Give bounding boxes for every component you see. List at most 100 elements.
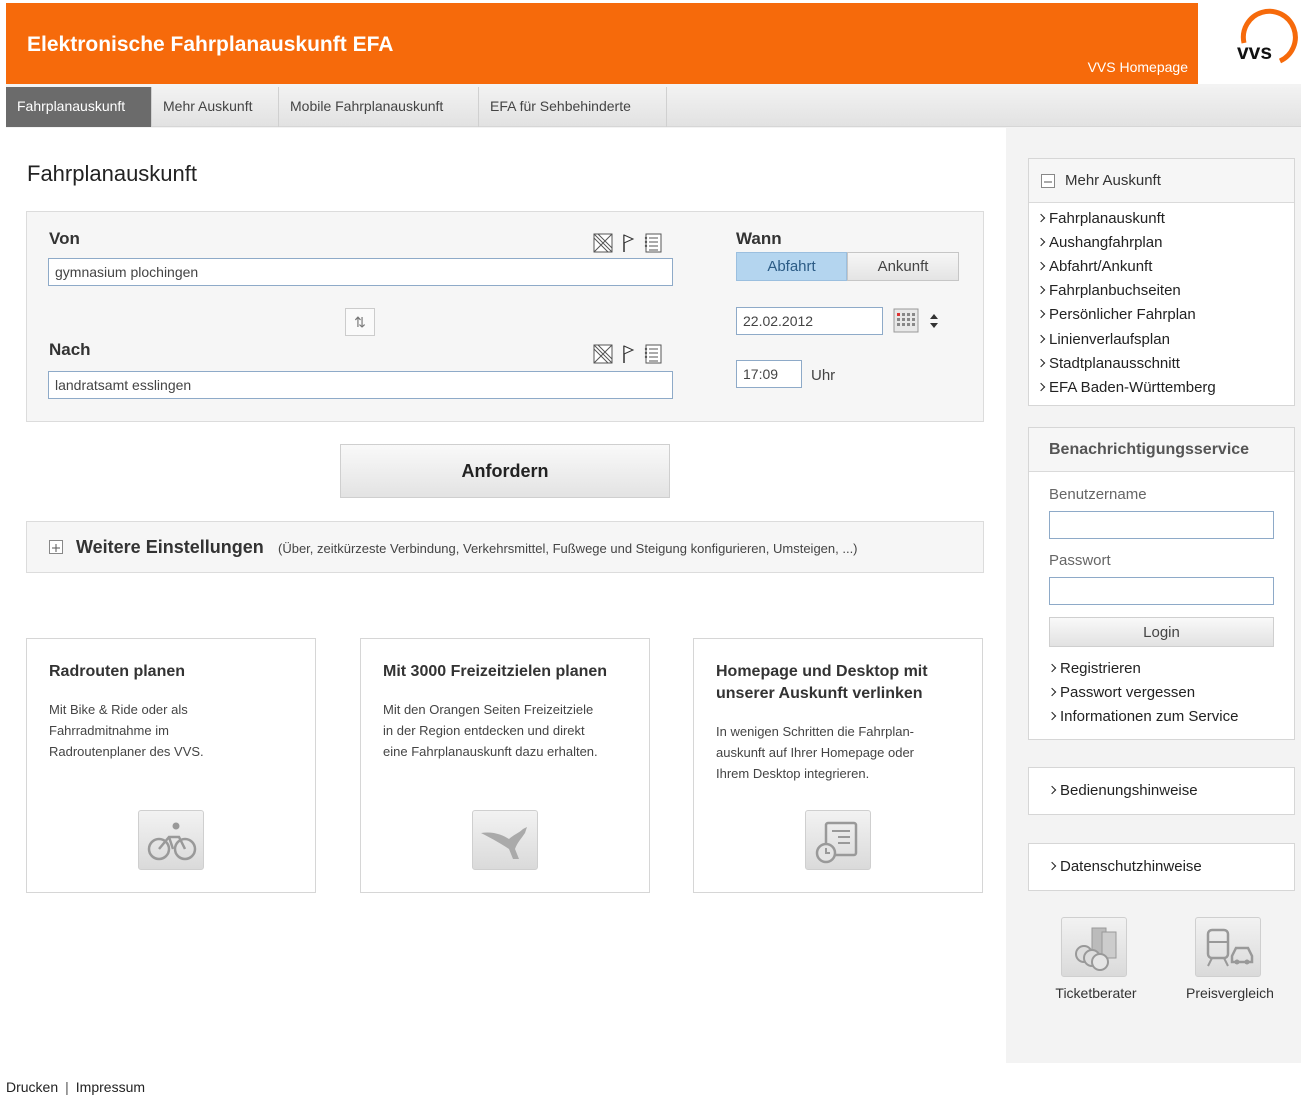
page-title: Fahrplanauskunft [27,161,197,186]
password-input[interactable] [1049,577,1274,605]
card-text-line: Mit Bike & Ride oder als [49,702,188,717]
plus-icon[interactable] [49,540,63,554]
card-text-line: Radroutenplaner des VVS. [49,744,204,759]
chevron-right-icon [1036,358,1046,368]
chevron-right-icon [1047,785,1057,795]
card-homepage-desktop: Homepage und Desktop mit unserer Auskunf… [693,638,983,893]
datenschutzhinweise-link[interactable]: Datenschutzhinweise [1047,858,1202,875]
sidebar-link-persoenlicher-fahrplan[interactable]: Persönlicher Fahrplan [1036,306,1196,323]
ticketberater-button[interactable] [1061,917,1127,977]
chevron-right-icon [1047,663,1057,673]
card-text-line: Mit den Orangen Seiten Freizeitziele [383,702,594,717]
login-button[interactable]: Login [1049,617,1274,647]
preisvergleich-label[interactable]: Preisvergleich [1170,985,1290,1001]
sidebar-link-aushangfahrplan[interactable]: Aushangfahrplan [1036,234,1162,251]
card-icon-button[interactable] [472,810,538,870]
chevron-right-icon [1036,382,1046,392]
chevron-right-icon [1036,213,1046,223]
sidebar-link-linienverlaufsplan[interactable]: Linienverlaufsplan [1036,331,1170,348]
preisvergleich-button[interactable] [1195,917,1261,977]
username-label: Benutzername [1049,486,1147,503]
sidebar-link-fahrplanbuchseiten[interactable]: Fahrplanbuchseiten [1036,282,1181,299]
sidebar-link-abfahrt-ankunft[interactable]: Abfahrt/Ankunft [1036,258,1152,275]
drucken-link[interactable]: Drucken [6,1079,58,1095]
flag-icon[interactable] [620,233,636,253]
bedienungshinweise-link[interactable]: Bedienungshinweise [1047,782,1198,799]
map-icon[interactable] [593,344,613,364]
swap-stations-button[interactable]: ⇅ [345,308,375,336]
sidebar-link-informationen-service[interactable]: Informationen zum Service [1047,708,1238,725]
chevron-right-icon [1036,285,1046,295]
flag-icon[interactable] [620,344,636,364]
mehr-auskunft-header[interactable]: Mehr Auskunft [1029,159,1294,203]
benachrichtigungsservice-title: Benachrichtigungsservice [1049,441,1250,458]
map-icon[interactable] [593,233,613,253]
datenschutzhinweise-panel[interactable]: Datenschutzhinweise [1028,843,1295,891]
anfordern-button[interactable]: Anfordern [340,444,670,498]
password-label: Passwort [1049,552,1111,569]
sidebar-link-registrieren[interactable]: Registrieren [1047,660,1141,677]
von-icons [593,233,663,253]
footer-separator: | [65,1079,69,1095]
main-navigation: Fahrplanauskunft Mehr Auskunft Mobile Fa… [6,87,1301,127]
von-label: Von [49,229,80,248]
vvs-logo[interactable]: vvs [1198,3,1301,84]
impressum-link[interactable]: Impressum [76,1079,145,1095]
chevron-right-icon [1036,334,1046,344]
benachrichtigungsservice-panel: Benachrichtigungsservice Benutzername Pa… [1028,427,1295,740]
tab-mehr-auskunft[interactable]: Mehr Auskunft [152,87,279,127]
weitere-subtitle: (Über, zeitkürzeste Verbindung, Verkehrs… [278,541,858,556]
date-input[interactable] [736,307,883,335]
logo-text: vvs [1237,41,1272,64]
kangaroo-icon [481,827,527,859]
train-car-icon [1206,928,1254,967]
card-title[interactable]: Radrouten planen [49,661,299,683]
chevron-right-icon [1036,309,1046,319]
bedienungshinweise-panel[interactable]: Bedienungshinweise [1028,767,1295,815]
date-stepper-icon[interactable] [928,311,940,331]
app-title: Elektronische Fahrplanauskunft EFA [27,33,394,56]
sidebar-link-fahrplanauskunft[interactable]: Fahrplanauskunft [1036,210,1165,227]
von-input[interactable] [48,258,673,286]
card-radrouten: Radrouten planen Mit Bike & Ride oder al… [26,638,316,893]
sidebar-link-passwort-vergessen[interactable]: Passwort vergessen [1047,684,1195,701]
weitere-einstellungen-section[interactable]: Weitere Einstellungen (Über, zeitkürzest… [26,521,984,573]
journey-form: Von ⇅ Nach Wann Abfahrt Ankunft [26,211,984,422]
chevron-right-icon [1036,261,1046,271]
card-title[interactable]: Homepage und Desktop mit unserer Auskunf… [716,661,966,705]
weitere-title[interactable]: Weitere Einstellungen [76,537,264,558]
benachrichtigungsservice-header: Benachrichtigungsservice [1029,428,1294,472]
wann-label: Wann [736,229,782,248]
card-text-line: Fahrradmitnahme im [49,723,169,738]
tab-mobile-fahrplanauskunft[interactable]: Mobile Fahrplanauskunft [279,87,479,127]
minus-icon[interactable] [1041,174,1055,188]
list-icon[interactable] [643,344,663,364]
main-content: Fahrplanauskunft Von ⇅ Nach Wann Abfahrt… [6,128,1006,1063]
calendar-icon [893,308,919,333]
card-freizeitziele: Mit 3000 Freizeitzielen planen Mit den O… [360,638,650,893]
ticketberater-label[interactable]: Ticketberater [1036,985,1156,1001]
chevron-right-icon [1047,687,1057,697]
list-icon[interactable] [643,233,663,253]
tab-efa-sehbehinderte[interactable]: EFA für Sehbehinderte [479,87,667,127]
card-title[interactable]: Mit 3000 Freizeitzielen planen [383,661,633,683]
tab-fahrplanauskunft[interactable]: Fahrplanauskunft [6,87,152,127]
mehr-auskunft-title: Mehr Auskunft [1065,172,1161,189]
sidebar-link-stadtplanausschnitt[interactable]: Stadtplanausschnitt [1036,355,1180,372]
chevron-right-icon [1047,861,1057,871]
username-input[interactable] [1049,511,1274,539]
nach-input[interactable] [48,371,673,399]
card-text-line: eine Fahrplanauskunft dazu erhalten. [383,744,598,759]
sidebar-link-efa-bw[interactable]: EFA Baden-Württemberg [1036,379,1216,396]
mehr-auskunft-panel: Mehr Auskunft Fahrplanauskunft Aushangfa… [1028,158,1295,406]
ankunft-toggle[interactable]: Ankunft [847,252,959,281]
calendar-button[interactable] [893,307,923,335]
card-icon-button[interactable] [138,810,204,870]
desktop-clock-icon [815,821,858,864]
vvs-homepage-link[interactable]: VVS Homepage [1088,59,1188,75]
card-icon-button[interactable] [805,810,871,870]
abfahrt-toggle[interactable]: Abfahrt [736,252,847,281]
uhr-label: Uhr [811,367,836,384]
time-input[interactable] [736,360,802,388]
card-text-line: in der Region entdecken und direkt [383,723,585,738]
